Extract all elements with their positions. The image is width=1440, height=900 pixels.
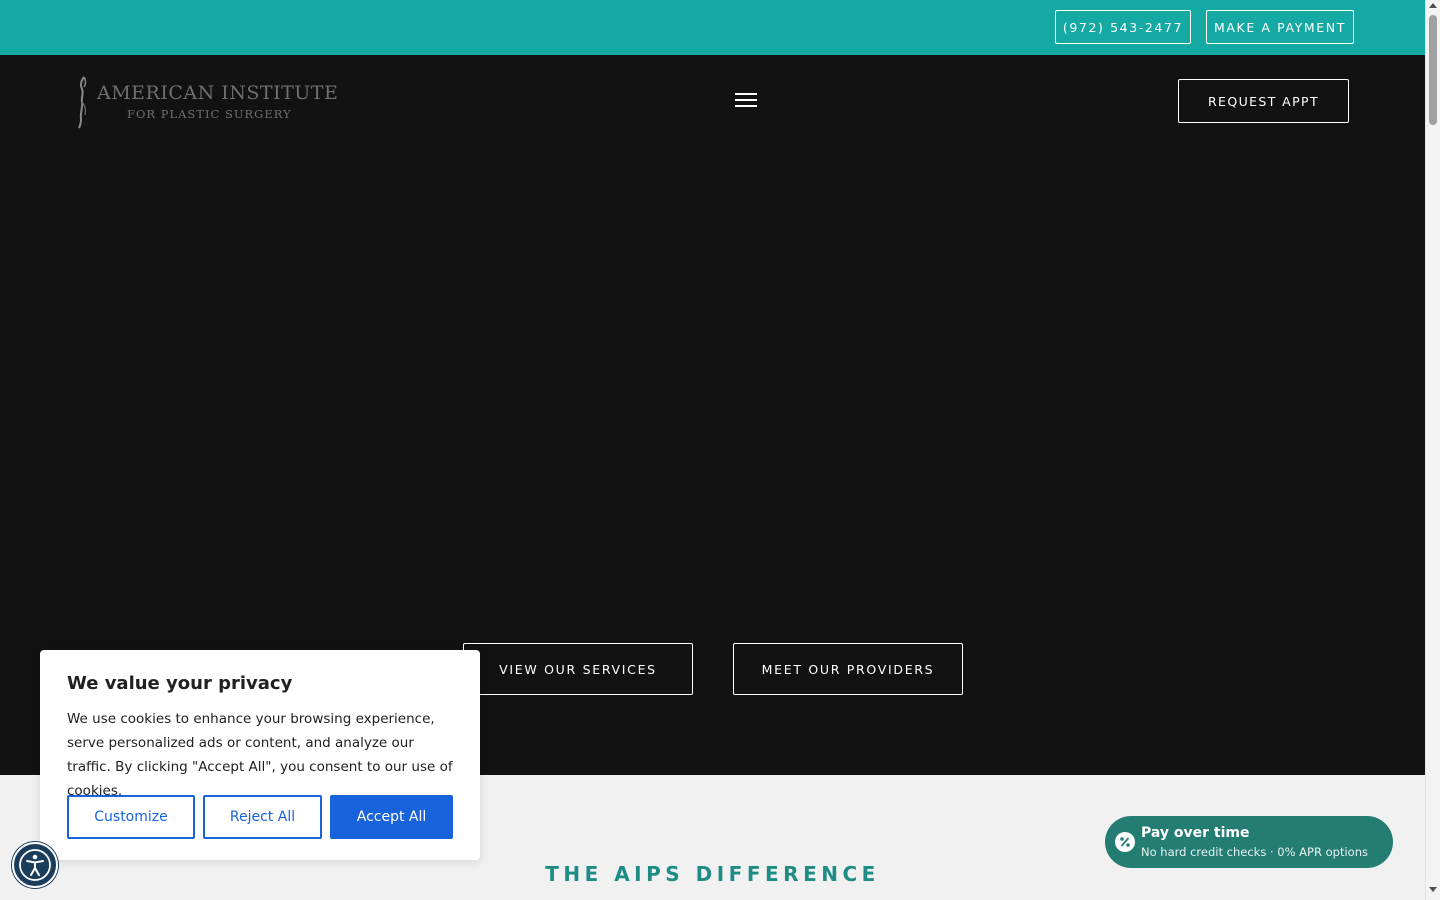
page-scrollbar[interactable]: [1425, 0, 1440, 900]
cookie-consent-banner: We value your privacy We use cookies to …: [40, 650, 480, 860]
logo-title: AMERICAN INSTITUTE: [97, 82, 339, 104]
scroll-down-arrow-icon[interactable]: [1429, 887, 1437, 892]
make-payment-button[interactable]: MAKE A PAYMENT: [1206, 10, 1354, 44]
logo-figure-icon: [78, 76, 87, 129]
cookie-description: We use cookies to enhance your browsing …: [67, 711, 453, 799]
cookie-title: We value your privacy: [67, 673, 293, 694]
accessibility-icon: [19, 849, 51, 881]
customize-button[interactable]: Customize: [67, 795, 195, 839]
scrollbar-thumb[interactable]: [1429, 15, 1437, 125]
pay-over-time-subtitle: No hard credit checks · 0% APR options: [1141, 845, 1368, 859]
request-appointment-button[interactable]: REQUEST APPT: [1178, 79, 1349, 123]
reject-all-button[interactable]: Reject All: [203, 795, 322, 839]
accept-all-button[interactable]: Accept All: [330, 795, 453, 839]
scroll-up-arrow-icon[interactable]: [1429, 3, 1437, 8]
pay-over-time-title: Pay over time: [1141, 825, 1250, 841]
logo-subtitle: FOR PLASTIC SURGERY: [127, 107, 292, 121]
accessibility-button[interactable]: [12, 842, 58, 888]
page: (972) 543-2477 MAKE A PAYMENT AMERICAN I…: [0, 0, 1425, 900]
meet-providers-button[interactable]: MEET OUR PROVIDERS: [733, 643, 963, 695]
view-services-button[interactable]: VIEW OUR SERVICES: [463, 643, 693, 695]
pay-over-time-widget[interactable]: Pay over time No hard credit checks · 0%…: [1105, 816, 1393, 868]
site-logo[interactable]: AMERICAN INSTITUTE FOR PLASTIC SURGERY: [76, 75, 338, 129]
percent-icon: [1115, 832, 1135, 852]
top-bar: (972) 543-2477 MAKE A PAYMENT: [0, 0, 1425, 55]
hamburger-menu-icon[interactable]: [735, 91, 758, 109]
phone-button[interactable]: (972) 543-2477: [1055, 10, 1191, 44]
